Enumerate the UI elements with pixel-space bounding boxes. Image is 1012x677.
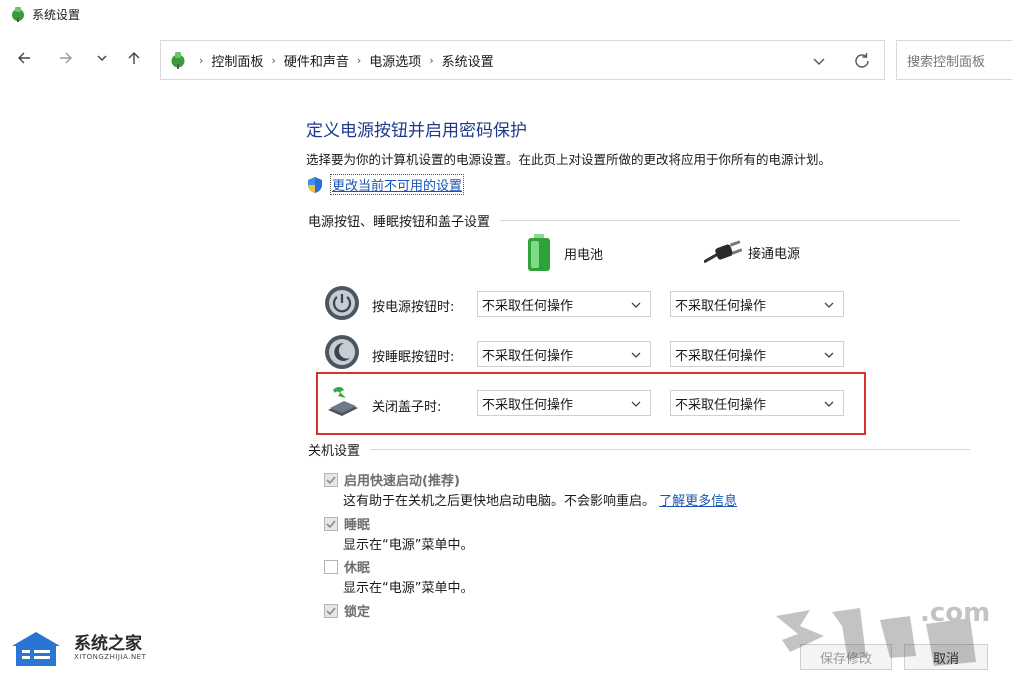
checkmark-icon	[326, 519, 336, 528]
page-title: 定义电源按钮并启用密码保护	[306, 121, 527, 141]
address-bar[interactable]: › 控制面板 › 硬件和声音 › 电源选项 › 系统设置	[160, 40, 885, 80]
fast-startup-checkbox[interactable]	[324, 472, 338, 487]
arrow-up-icon	[128, 52, 140, 64]
hibernate-label: 休眠	[344, 561, 371, 576]
breadcrumb-power-options[interactable]: 电源选项	[369, 51, 421, 70]
select-value: 不采取任何操作	[482, 397, 574, 413]
fast-startup-checkbox-row[interactable]: 启用快速启动(推荐)	[324, 470, 460, 489]
lock-checkbox[interactable]	[324, 603, 338, 618]
column-plugged-in: 接通电源	[704, 240, 800, 264]
sleep-checkbox-row[interactable]: 睡眠	[324, 514, 370, 533]
chevron-down-icon	[824, 302, 834, 308]
lock-checkbox-row[interactable]: 锁定	[324, 601, 370, 620]
power-plug-icon	[704, 240, 742, 264]
fast-startup-label: 启用快速启动(推荐)	[344, 474, 460, 489]
shutdown-section-title: 关机设置	[308, 444, 361, 459]
breadcrumb-system-settings[interactable]: 系统设置	[442, 51, 494, 70]
power-section-title: 电源按钮、睡眠按钮和盖子设置	[308, 215, 491, 230]
hibernate-description: 显示在“电源”菜单中。	[343, 581, 474, 596]
breadcrumb-separator-icon: ›	[429, 53, 434, 67]
recent-locations-button[interactable]	[88, 44, 116, 72]
address-history-chevron-icon[interactable]	[810, 52, 828, 70]
chevron-down-icon	[97, 55, 107, 61]
uac-shield-icon	[308, 176, 322, 193]
sleep-button-icon	[325, 335, 359, 369]
laptop-lid-icon	[328, 387, 358, 416]
section-divider	[500, 220, 961, 221]
select-value: 不采取任何操作	[675, 298, 767, 314]
xitongzhijia-watermark: 系统之家 XITONGZHIJIA.NET	[8, 628, 146, 668]
breadcrumb-hardware-sound[interactable]: 硬件和声音	[284, 51, 349, 70]
breadcrumb-separator-icon: ›	[356, 53, 362, 67]
checkmark-icon	[326, 606, 336, 615]
change-settings-row: 更改当前不可用的设置	[306, 174, 465, 195]
battery-icon	[528, 234, 550, 271]
navigation-bar: › 控制面板 › 硬件和声音 › 电源选项 › 系统设置 搜索控制面板	[0, 36, 1012, 84]
chevron-down-icon	[631, 352, 641, 358]
shutdown-section-heading: 关机设置	[308, 440, 971, 459]
page-description: 选择要为你的计算机设置的电源设置。在此页上对设置所做的更改将应用于你所有的电源计…	[306, 152, 832, 167]
power-button-icon	[325, 286, 359, 320]
control-panel-icon	[171, 52, 185, 69]
breadcrumb-separator-icon: ›	[199, 53, 204, 67]
learn-more-link[interactable]: 了解更多信息	[659, 494, 737, 509]
chevron-down-icon	[824, 352, 834, 358]
window-title: 系统设置	[32, 7, 81, 22]
checkmark-icon	[326, 475, 336, 484]
up-button[interactable]	[120, 44, 148, 72]
section-divider	[370, 449, 971, 450]
chevron-down-icon	[631, 401, 641, 407]
power-button-battery-select[interactable]: 不采取任何操作	[477, 291, 651, 317]
breadcrumb: › 控制面板 › 硬件和声音 › 电源选项 › 系统设置	[191, 51, 494, 70]
forward-button[interactable]	[52, 44, 80, 72]
refresh-icon[interactable]	[852, 51, 872, 71]
control-panel-app-icon	[12, 7, 24, 22]
lid-close-battery-select[interactable]: 不采取任何操作	[477, 390, 651, 416]
fast-startup-description: 这有助于在关机之后更快地启动电脑。不会影响重启。 了解更多信息	[343, 490, 737, 509]
search-input[interactable]: 搜索控制面板	[896, 40, 1012, 80]
breadcrumb-control-panel[interactable]: 控制面板	[211, 51, 263, 70]
lock-label: 锁定	[344, 605, 371, 620]
hibernate-checkbox-row[interactable]: 休眠	[324, 557, 370, 576]
sleep-label: 睡眠	[344, 518, 371, 533]
hibernate-checkbox[interactable]	[324, 559, 338, 574]
power-button-label: 按电源按钮时:	[372, 300, 455, 315]
column-battery-label: 用电池	[564, 247, 604, 263]
fast-startup-desc-text: 这有助于在关机之后更快地启动电脑。不会影响重启。	[343, 494, 656, 509]
select-value: 不采取任何操作	[482, 348, 574, 364]
select-value: 不采取任何操作	[482, 298, 574, 314]
xitongzhijia-logo-icon	[12, 632, 60, 666]
watermark-left-sub: XITONGZHIJIA.NET	[74, 653, 147, 661]
change-unavailable-settings-link[interactable]: 更改当前不可用的设置	[330, 174, 465, 195]
title-bar: 系统设置	[0, 0, 1012, 28]
column-battery: 用电池	[526, 234, 603, 272]
power-button-plugged-select[interactable]: 不采取任何操作	[670, 291, 844, 317]
select-value: 不采取任何操作	[675, 348, 767, 364]
sleep-description: 显示在“电源”菜单中。	[343, 538, 474, 553]
breadcrumb-separator-icon: ›	[271, 53, 276, 67]
watermark-right-text: .com	[920, 598, 991, 628]
dongguashouyou-watermark: .com	[770, 596, 1000, 672]
chevron-down-icon	[824, 401, 834, 407]
sleep-button-label: 按睡眠按钮时:	[372, 350, 455, 365]
power-section-heading: 电源按钮、睡眠按钮和盖子设置	[308, 211, 961, 230]
arrow-left-icon	[18, 52, 30, 64]
sleep-button-battery-select[interactable]: 不采取任何操作	[477, 341, 651, 367]
lid-close-plugged-select[interactable]: 不采取任何操作	[670, 390, 844, 416]
sleep-checkbox[interactable]	[324, 516, 338, 531]
lid-close-label: 关闭盖子时:	[372, 400, 442, 415]
select-value: 不采取任何操作	[675, 397, 767, 413]
sleep-button-plugged-select[interactable]: 不采取任何操作	[670, 341, 844, 367]
search-placeholder: 搜索控制面板	[907, 54, 986, 70]
column-plugged-label: 接通电源	[748, 246, 801, 262]
watermark-left-title: 系统之家	[74, 634, 142, 654]
arrow-right-icon	[60, 52, 72, 64]
back-button[interactable]	[10, 44, 38, 72]
chevron-down-icon	[631, 302, 641, 308]
